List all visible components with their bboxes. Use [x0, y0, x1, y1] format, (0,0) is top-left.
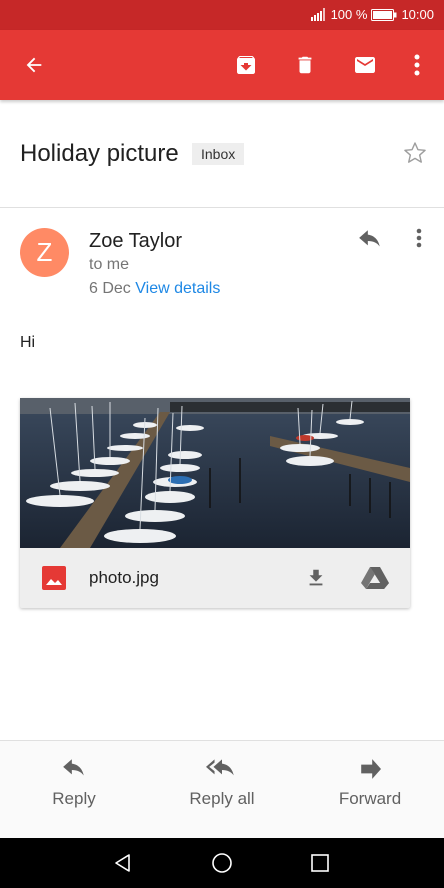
attachment-info-bar: photo.jpg	[20, 548, 410, 608]
recipient-line: to me	[89, 256, 130, 273]
view-details-link[interactable]: View details	[135, 280, 220, 297]
reply-icon-button[interactable]	[354, 226, 386, 254]
download-icon	[309, 569, 323, 586]
battery-icon	[371, 8, 397, 21]
archive-button[interactable]	[222, 30, 270, 100]
image-file-icon	[42, 566, 66, 590]
date-line: 6 Dec View details	[89, 280, 220, 298]
forward-label: Forward	[338, 789, 402, 808]
forward-button[interactable]: Forward	[296, 741, 444, 839]
signal-icon	[310, 8, 325, 21]
reply-label: Reply	[52, 789, 96, 808]
arrow-back-icon	[26, 57, 42, 73]
forward-icon	[361, 759, 381, 779]
reply-icon	[359, 230, 380, 247]
back-button[interactable]	[10, 30, 58, 100]
attachment-card[interactable]: photo.jpg	[20, 398, 410, 608]
label-chip-inbox[interactable]: Inbox	[192, 143, 245, 165]
nav-recents-button[interactable]	[305, 848, 335, 878]
star-button[interactable]	[400, 138, 430, 168]
mark-unread-button[interactable]	[341, 30, 389, 100]
mail-icon	[355, 57, 375, 73]
app-toolbar	[0, 30, 444, 100]
system-nav-bar	[0, 838, 444, 888]
clock: 10:00	[401, 7, 434, 22]
triangle-back-icon	[115, 854, 130, 872]
reply-all-button[interactable]: Reply all	[148, 741, 296, 839]
message-date: 6 Dec	[89, 280, 131, 297]
trash-icon	[298, 56, 312, 74]
email-subject: Holiday picture	[20, 140, 179, 167]
more-vert-icon	[414, 54, 420, 76]
status-bar: 100 % 10:00	[0, 0, 444, 30]
more-vert-icon	[416, 228, 422, 248]
message-more-button[interactable]	[408, 224, 430, 252]
download-button[interactable]	[302, 564, 330, 592]
reply-icon	[63, 759, 84, 776]
message-body: Hi	[20, 334, 36, 351]
sender-avatar[interactable]: Z	[20, 228, 69, 277]
sender-name: Zoe Taylor	[89, 230, 183, 252]
status-indicators: 100 % 10:00	[310, 7, 434, 22]
attachment-filename: photo.jpg	[89, 568, 159, 587]
reply-button[interactable]: Reply	[0, 741, 148, 839]
nav-home-button[interactable]	[207, 848, 237, 878]
archive-icon	[237, 56, 255, 74]
star-outline-icon	[404, 142, 426, 163]
more-options-button[interactable]	[393, 30, 441, 100]
reply-all-icon	[206, 759, 234, 776]
attachment-thumbnail	[20, 398, 410, 548]
delete-button[interactable]	[281, 30, 329, 100]
bottom-action-bar: Reply Reply all Forward	[0, 740, 444, 838]
drive-icon	[361, 567, 389, 589]
circle-home-icon	[212, 853, 232, 873]
reply-all-label: Reply all	[189, 789, 255, 808]
nav-back-button[interactable]	[108, 848, 138, 878]
battery-percent: 100 %	[330, 7, 368, 22]
square-recents-icon	[311, 854, 329, 872]
save-to-drive-button[interactable]	[360, 564, 390, 592]
